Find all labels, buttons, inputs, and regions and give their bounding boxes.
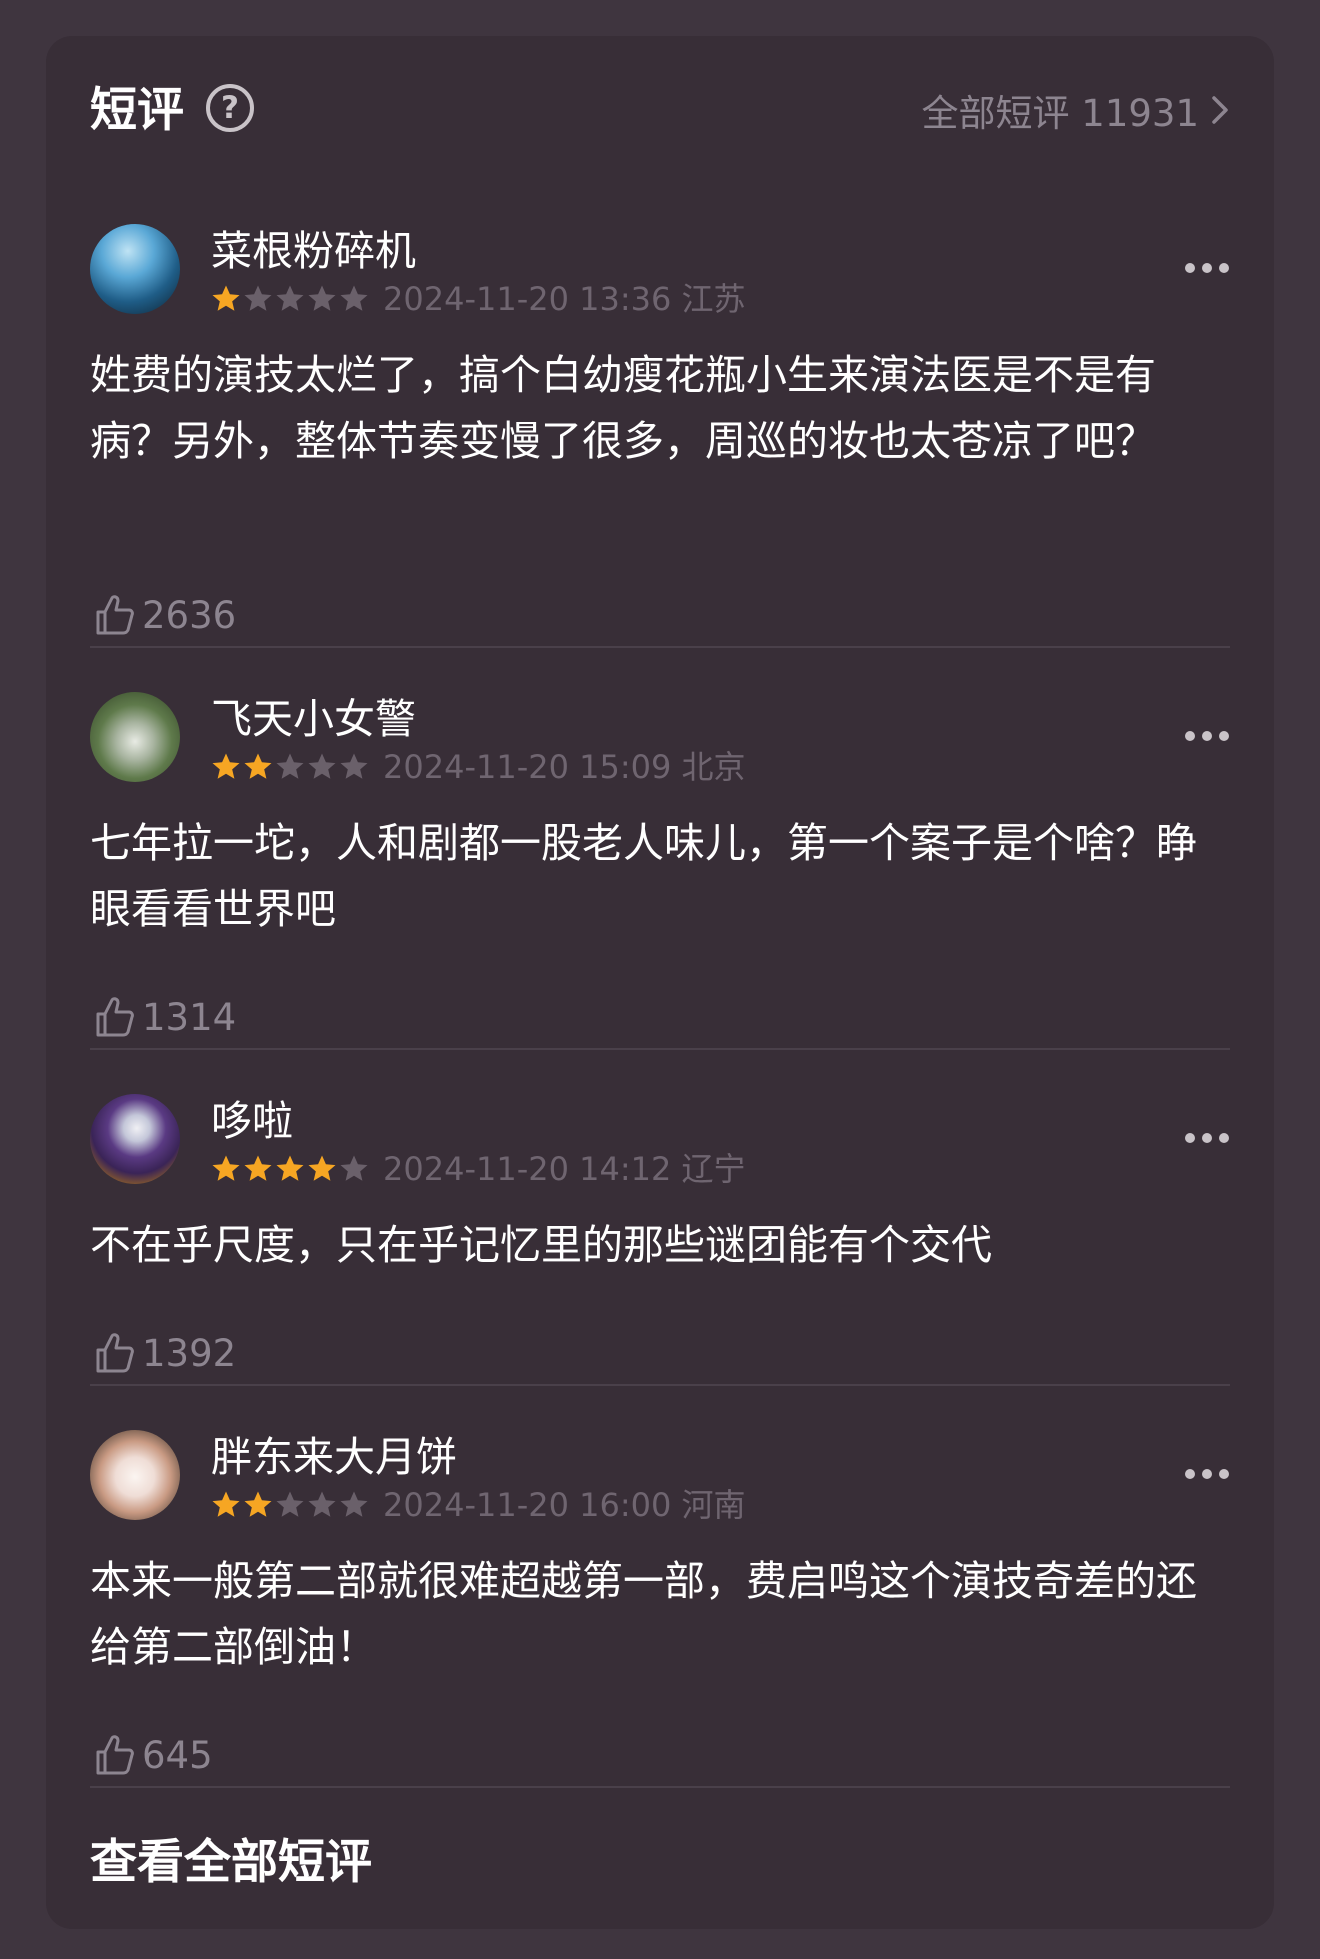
star-filled-icon [212, 1155, 240, 1181]
like-count: 1314 [142, 995, 237, 1039]
thumbs-up-icon [96, 595, 134, 635]
timestamp-location: 2024-11-20 14:12 辽宁 [383, 1150, 746, 1188]
thumbs-up-icon [96, 1735, 134, 1775]
like-button[interactable]: 1314 [94, 992, 236, 1042]
chevron-right-icon [1212, 96, 1228, 124]
star-filled-icon [212, 1491, 240, 1517]
thumbs-up-icon [96, 997, 134, 1037]
star-filled-icon [244, 753, 272, 779]
review-text: 七年拉一坨，人和剧都一股老人味儿，第一个案子是个啥？睁眼看看世界吧 [90, 819, 1197, 933]
more-options-icon[interactable] [1184, 730, 1230, 742]
question-circle-icon[interactable]: ? [206, 84, 254, 132]
divider [90, 646, 1230, 648]
star-empty-icon [340, 1155, 368, 1181]
review-text: 不在乎尺度，只在乎记忆里的那些谜团能有个交代 [90, 1221, 992, 1269]
star-empty-icon [276, 285, 304, 311]
star-empty-icon [308, 753, 336, 779]
username[interactable]: 胖东来大月饼 [211, 1430, 457, 1484]
username[interactable]: 飞天小女警 [211, 692, 416, 746]
timestamp-location: 2024-11-20 16:00 河南 [383, 1486, 746, 1524]
star-empty-icon [340, 1491, 368, 1517]
star-empty-icon [276, 1491, 304, 1517]
more-options-icon[interactable] [1184, 1132, 1230, 1144]
star-empty-icon [276, 753, 304, 779]
all-reviews-link[interactable]: 全部短评 11931 [922, 82, 1231, 138]
like-count: 645 [142, 1733, 213, 1777]
thumbs-up-icon [96, 1333, 134, 1373]
avatar[interactable] [90, 1094, 180, 1184]
section-title: 短评 [90, 83, 184, 138]
divider [90, 1786, 1230, 1788]
timestamp-location: 2024-11-20 15:09 北京 [383, 748, 746, 786]
review-meta: 2024-11-20 13:36 江苏 [211, 280, 746, 318]
star-rating [211, 752, 369, 782]
star-empty-icon [340, 285, 368, 311]
short-reviews-card: 短评 ? 全部短评 11931 菜根粉碎机 2024-11-20 13:36 江… [46, 36, 1274, 1929]
star-empty-icon [340, 753, 368, 779]
username[interactable]: 菜根粉碎机 [211, 224, 416, 278]
review-meta: 2024-11-20 14:12 辽宁 [211, 1150, 746, 1188]
like-button[interactable]: 1392 [94, 1328, 236, 1378]
star-filled-icon [244, 1155, 272, 1181]
star-rating [211, 1490, 369, 1520]
star-empty-icon [244, 285, 272, 311]
like-count: 2636 [142, 593, 237, 637]
review-text: 本来一般第二部就很难超越第一部，费启鸣这个演技奇差的还给第二部倒油！ [90, 1557, 1197, 1671]
divider [90, 1048, 1230, 1050]
star-filled-icon [212, 285, 240, 311]
more-options-icon[interactable] [1184, 262, 1230, 274]
view-all-reviews-link[interactable]: 查看全部短评 [90, 1830, 372, 1896]
like-button[interactable]: 2636 [94, 590, 236, 640]
divider [90, 1384, 1230, 1386]
review-meta: 2024-11-20 16:00 河南 [211, 1486, 746, 1524]
star-filled-icon [308, 1155, 336, 1181]
avatar[interactable] [90, 224, 180, 314]
all-reviews-label: 全部短评 11931 [921, 92, 1199, 135]
star-empty-icon [308, 285, 336, 311]
star-filled-icon [276, 1155, 304, 1181]
avatar[interactable] [90, 692, 180, 782]
star-rating [211, 1154, 369, 1184]
more-options-icon[interactable] [1184, 1468, 1230, 1480]
timestamp-location: 2024-11-20 13:36 江苏 [383, 280, 746, 318]
avatar[interactable] [90, 1430, 180, 1520]
star-filled-icon [244, 1491, 272, 1517]
like-count: 1392 [142, 1331, 237, 1375]
review-text: 姓费的演技太烂了，搞个白幼瘦花瓶小生来演法医是不是有病？另外，整体节奏变慢了很多… [90, 351, 1156, 465]
star-filled-icon [212, 753, 240, 779]
star-rating [211, 284, 369, 314]
username[interactable]: 哆啦 [211, 1094, 293, 1148]
like-button[interactable]: 645 [94, 1730, 213, 1780]
review-meta: 2024-11-20 15:09 北京 [211, 748, 746, 786]
star-empty-icon [308, 1491, 336, 1517]
